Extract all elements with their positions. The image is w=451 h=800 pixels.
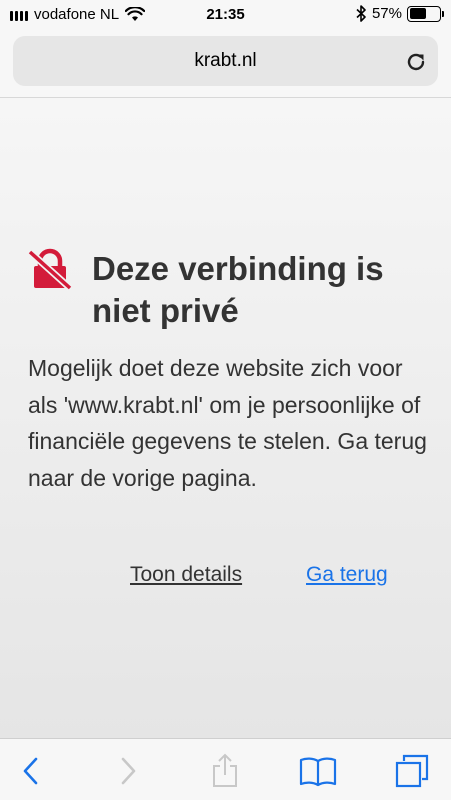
show-details-link[interactable]: Toon details [130,563,242,587]
tabs-icon [395,754,429,788]
share-button[interactable] [205,753,245,789]
address-field[interactable]: krabt.nl [13,36,438,86]
back-button[interactable] [11,753,51,789]
forward-icon [121,757,136,785]
error-page: Deze verbinding is niet privé Mogelijk d… [0,98,451,738]
bluetooth-icon [356,5,366,22]
battery-fill [409,8,427,19]
address-bar: krabt.nl [0,30,451,98]
battery-icon [407,5,444,22]
error-message: Mogelijk doet deze website zich voor als… [28,355,427,491]
status-right: 57% [356,5,444,22]
bottom-toolbar [0,738,451,800]
forward-button[interactable] [108,753,148,789]
broken-lock-icon [28,248,72,291]
back-icon [23,757,38,785]
go-back-link[interactable]: Ga terug [306,563,388,587]
bookmarks-icon [299,757,337,787]
reload-icon[interactable] [404,50,428,74]
bookmarks-button[interactable] [298,753,338,789]
url-text[interactable]: krabt.nl [13,50,438,72]
share-icon [213,753,237,787]
battery-percent: 57% [371,5,402,22]
tabs-button[interactable] [392,753,432,789]
status-bar: vodafone NL 21:35 57% [0,0,451,30]
page-title: Deze verbinding is niet privé [92,250,384,329]
